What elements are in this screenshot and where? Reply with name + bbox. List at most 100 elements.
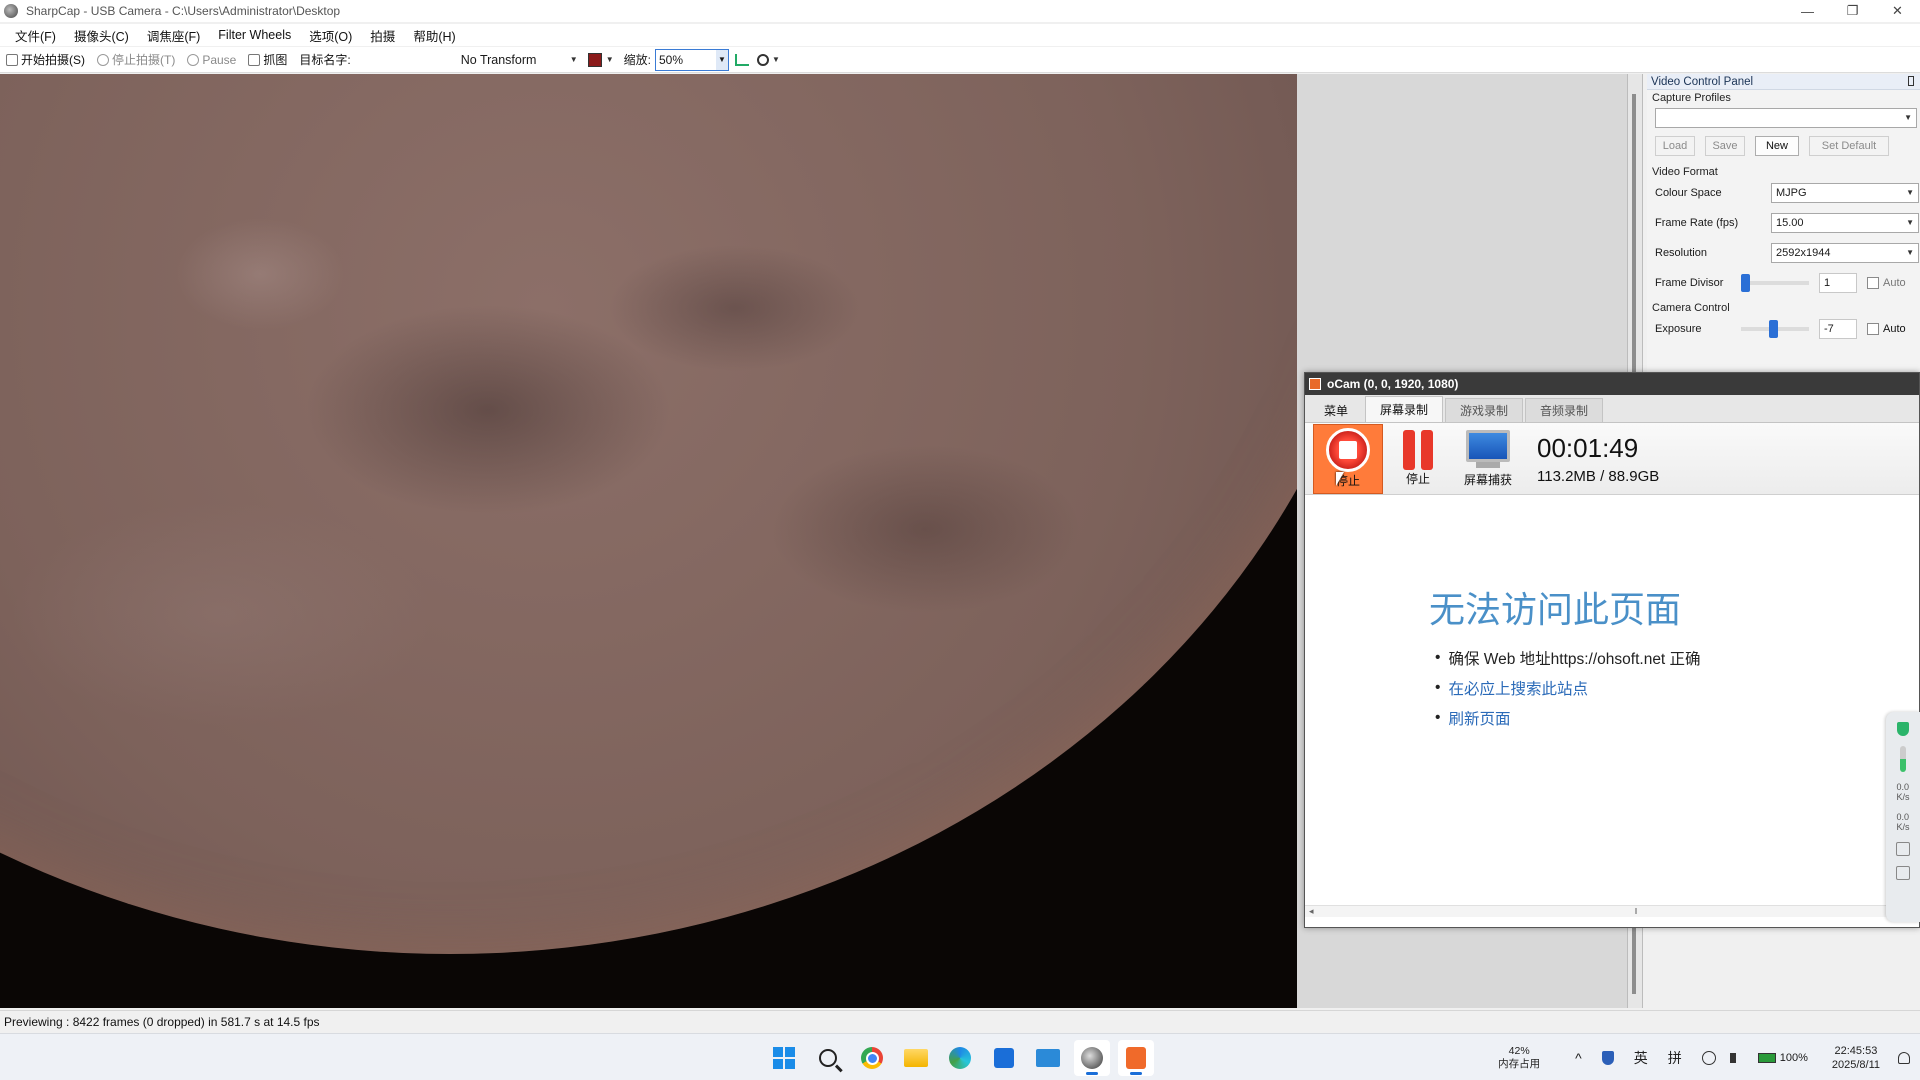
tab-audio-record[interactable]: 音频录制 [1525, 398, 1604, 422]
resolution-select[interactable]: 2592x1944 ▼ [1771, 243, 1919, 263]
panel-title: Video Control Panel [1651, 75, 1754, 88]
edge-icon [949, 1047, 971, 1069]
ocam-title: oCam (0, 0, 1920, 1080) [1327, 377, 1459, 391]
close-button[interactable]: ✕ [1875, 0, 1920, 22]
set-default-profile-button[interactable]: Set Default [1809, 136, 1889, 156]
network-monitor-widget[interactable]: 0.0 K/s 0.0 K/s [1886, 712, 1920, 922]
menu-help[interactable]: 帮助(H) [404, 26, 464, 45]
camera-control-label: Camera Control [1652, 302, 1730, 314]
edge-button[interactable] [942, 1040, 978, 1076]
record-stop-button[interactable]: 停止 [1313, 423, 1383, 494]
minimize-button[interactable]: — [1785, 0, 1830, 22]
target-name-field[interactable]: 目标名字: [293, 49, 356, 71]
screen-capture-button[interactable]: 屏幕捕获 [1453, 424, 1523, 494]
exposure-label: Exposure [1655, 323, 1702, 335]
horizontal-scrollbar[interactable]: ◂ [1305, 905, 1919, 917]
error-item-search-bing[interactable]: 在必应上搜索此站点 [1435, 673, 1701, 703]
ime-language[interactable]: 英 [1634, 1048, 1648, 1068]
scroll-left-icon[interactable]: ◂ [1309, 906, 1314, 917]
chart-icon[interactable] [1896, 842, 1910, 856]
transform-value: No Transform [460, 52, 537, 67]
resolution-label: Resolution [1655, 247, 1707, 259]
transform-select[interactable]: No Transform ▼ [457, 50, 582, 70]
title-bar: SharpCap - USB Camera - C:\Users\Adminis… [0, 0, 1920, 22]
pin-icon[interactable] [1908, 76, 1914, 86]
menu-filter-wheels[interactable]: Filter Wheels [209, 28, 300, 42]
menu-focuser[interactable]: 调焦座(F) [138, 26, 209, 45]
pause-record-button[interactable]: 停止 [1383, 424, 1453, 494]
colour-space-select[interactable]: MJPG ▼ [1771, 183, 1919, 203]
memory-percent: 42% [1508, 1044, 1530, 1057]
volume-icon[interactable] [1729, 1052, 1740, 1063]
tab-menu[interactable]: 菜单 [1309, 398, 1364, 422]
snapshot-icon [248, 53, 261, 66]
app-button[interactable] [1030, 1040, 1066, 1076]
snapshot-button[interactable]: 抓图 [242, 49, 293, 71]
start-button[interactable] [766, 1040, 802, 1076]
clock[interactable]: 22:45:53 2025/8/11 [1832, 1044, 1880, 1072]
menu-options[interactable]: 选项(O) [300, 26, 361, 45]
exposure-slider[interactable] [1741, 320, 1809, 338]
record-stop-icon [1326, 428, 1370, 472]
start-capture-button[interactable]: 开始拍摄(S) [0, 49, 91, 71]
network-icon[interactable] [1701, 1050, 1716, 1065]
frame-divisor-slider[interactable] [1741, 274, 1809, 292]
sharpcap-icon [1081, 1047, 1103, 1069]
frame-divisor-auto-checkbox[interactable] [1867, 277, 1879, 289]
save-profile-button[interactable]: Save [1705, 136, 1745, 156]
zoom-tool-icon[interactable] [756, 53, 769, 66]
menu-file[interactable]: 文件(F) [6, 26, 65, 45]
tray-expand-icon[interactable]: ^ [1575, 1050, 1582, 1066]
scrollbar-thumb[interactable] [1635, 908, 1637, 914]
security-icon[interactable] [1601, 1050, 1614, 1065]
ocam-tabs: 菜单 屏幕录制 游戏录制 音频录制 [1305, 395, 1919, 423]
histogram-icon[interactable] [734, 53, 749, 66]
frame-rate-select[interactable]: 15.00 ▼ [1771, 213, 1919, 233]
resolution-row: Resolution 2592x1944 ▼ [1647, 238, 1920, 268]
load-profile-button[interactable]: Load [1655, 136, 1695, 156]
file-explorer-button[interactable] [898, 1040, 934, 1076]
status-bar: Previewing : 8422 frames (0 dropped) in … [0, 1010, 1920, 1032]
chevron-down-icon[interactable]: ▼ [772, 55, 780, 64]
stop-capture-button[interactable]: 停止拍摄(T) [91, 49, 181, 71]
store-button[interactable] [986, 1040, 1022, 1076]
exposure-input[interactable]: -7 [1819, 319, 1857, 339]
chrome-button[interactable] [854, 1040, 890, 1076]
capture-profile-select[interactable]: ▼ [1655, 108, 1917, 128]
tab-screen-record[interactable]: 屏幕录制 [1365, 396, 1444, 422]
memory-usage[interactable]: 42% 内存占用 [1491, 1045, 1547, 1071]
ocam-title-bar: oCam (0, 0, 1920, 1080) [1305, 373, 1919, 395]
chevron-down-icon[interactable]: ▼ [715, 49, 728, 70]
notification-icon[interactable] [1898, 1051, 1910, 1064]
start-capture-label: 开始拍摄(S) [21, 53, 85, 67]
memory-label: 内存占用 [1498, 1057, 1541, 1070]
menu-camera[interactable]: 摄像头(C) [65, 26, 138, 45]
sharpcap-taskbar-button[interactable] [1074, 1040, 1110, 1076]
pause-button[interactable]: Pause [181, 49, 242, 71]
chevron-down-icon[interactable]: ▼ [606, 55, 614, 64]
menu-bar: 文件(F) 摄像头(C) 调焦座(F) Filter Wheels 选项(O) … [0, 24, 1920, 46]
moon-rim [0, 74, 1297, 954]
battery-status[interactable]: 100% [1757, 1052, 1808, 1064]
maximize-button[interactable]: ❐ [1830, 0, 1875, 22]
tab-game-record[interactable]: 游戏录制 [1445, 398, 1524, 422]
camera-preview[interactable] [0, 74, 1297, 1008]
frame-divisor-input[interactable]: 1 [1819, 273, 1857, 293]
color-picker-button[interactable] [587, 52, 602, 67]
zoom-select[interactable]: 50% ▼ [654, 48, 729, 71]
desktop: SharpCap - USB Camera - C:\Users\Adminis… [0, 0, 1920, 1080]
search-button[interactable] [810, 1040, 846, 1076]
search-icon[interactable] [1896, 866, 1910, 880]
menu-capture[interactable]: 拍摄 [361, 26, 404, 45]
error-list: 确保 Web 地址https://ohsoft.net 正确 在必应上搜索此站点… [1435, 643, 1701, 733]
slider-knob[interactable] [1741, 274, 1750, 292]
slider-knob[interactable] [1769, 320, 1778, 338]
ime-mode[interactable]: 拼 [1668, 1048, 1682, 1068]
new-profile-button[interactable]: New [1755, 136, 1799, 156]
app-icon [1036, 1049, 1060, 1067]
error-item-refresh[interactable]: 刷新页面 [1435, 703, 1701, 733]
ocam-browser-area: 无法访问此页面 确保 Web 地址https://ohsoft.net 正确 在… [1305, 497, 1919, 917]
ocam-taskbar-button[interactable] [1118, 1040, 1154, 1076]
memory-bar-icon [1900, 746, 1906, 772]
exposure-auto-checkbox[interactable] [1867, 323, 1879, 335]
